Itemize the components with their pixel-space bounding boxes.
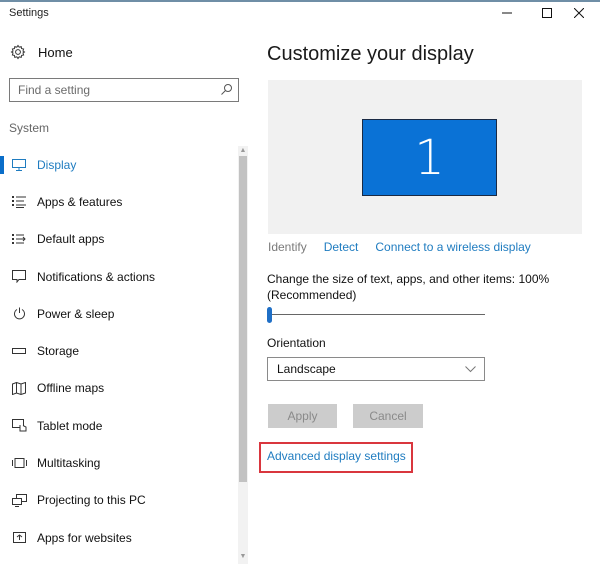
sidebar-item-label: Power & sleep [37,306,115,321]
sidebar-item-projecting[interactable]: Projecting to this PC [0,482,236,519]
home-button[interactable]: Home [10,44,73,60]
sidebar-item-apps-features[interactable]: Apps & features [0,183,236,220]
search-icon[interactable] [220,83,233,101]
sidebar-item-label: Projecting to this PC [37,493,146,508]
cancel-button[interactable]: Cancel [353,404,423,428]
sidebar-nav: Display Apps & features Default apps Not… [0,146,236,556]
default-apps-icon [10,231,28,247]
chevron-down-icon [465,365,476,373]
sidebar-item-label: Tablet mode [37,418,103,433]
orientation-dropdown[interactable]: Landscape [267,357,485,381]
minimize-icon [502,12,512,14]
detect-link[interactable]: Detect [324,240,359,254]
storage-icon [10,343,28,359]
scale-slider-thumb[interactable] [267,307,272,323]
sidebar-item-tablet-mode[interactable]: Tablet mode [0,407,236,444]
sidebar-item-offline-maps[interactable]: Offline maps [0,370,236,407]
map-icon [10,380,28,396]
scale-label: Change the size of text, apps, and other… [267,271,567,303]
home-label: Home [38,44,73,60]
sidebar-item-power-sleep[interactable]: Power & sleep [0,295,236,332]
sidebar-item-multitasking[interactable]: Multitasking [0,444,236,481]
maximize-icon [542,8,552,18]
search-box[interactable] [9,78,239,102]
multitasking-icon [10,455,28,471]
scroll-up-arrow-icon[interactable]: ▲ [238,146,248,156]
orientation-value: Landscape [277,362,336,376]
monitor-number: 1 [414,129,445,186]
scale-slider[interactable] [267,305,487,325]
scroll-down-arrow-icon[interactable]: ▼ [238,552,248,562]
sidebar-item-label: Notifications & actions [37,269,156,284]
sidebar-item-storage[interactable]: Storage [0,332,236,369]
sidebar-item-notifications[interactable]: Notifications & actions [0,258,236,295]
apply-button[interactable]: Apply [268,404,337,428]
projecting-icon [10,492,28,508]
sidebar-item-display[interactable]: Display [0,146,236,183]
sidebar-item-label: Multitasking [37,456,101,471]
sidebar-item-label: Display [37,157,77,172]
identify-link[interactable]: Identify [268,240,307,254]
close-button[interactable] [564,4,594,22]
list-icon [10,194,28,210]
scale-label-line1: Change the size of text, apps, and other… [267,272,550,286]
connect-wireless-display-link[interactable]: Connect to a wireless display [375,240,530,254]
close-icon [574,8,584,18]
sidebar-item-label: Apps & features [37,194,123,209]
orientation-label: Orientation [267,336,326,350]
notification-icon [10,269,28,285]
section-label-system: System [9,121,50,135]
search-input[interactable] [10,79,210,101]
page-title: Customize your display [267,43,474,65]
tablet-mode-icon [10,418,28,434]
sidebar-item-label: Default apps [37,232,105,247]
sidebar-item-apps-websites[interactable]: Apps for websites [0,519,236,556]
scale-label-line2: (Recommended) [267,288,357,302]
maximize-button[interactable] [532,4,562,22]
window-top-border [0,0,600,2]
scale-slider-rail [267,314,485,315]
monitor-1-tile[interactable]: 1 [362,119,497,196]
minimize-button[interactable] [492,4,522,22]
sidebar-item-label: Apps for websites [37,530,132,545]
monitor-icon [10,157,28,173]
sidebar-item-default-apps[interactable]: Default apps [0,221,236,258]
power-icon [10,306,28,322]
window-title: Settings [9,7,49,19]
gear-icon [10,44,26,60]
apps-websites-icon [10,530,28,546]
sidebar-scrollbar-thumb[interactable] [239,156,247,482]
display-links: Identify Detect Connect to a wireless di… [268,240,548,254]
sidebar-item-label: Offline maps [37,381,105,396]
sidebar-item-label: Storage [37,344,80,359]
advanced-display-settings-link[interactable]: Advanced display settings [267,449,406,463]
